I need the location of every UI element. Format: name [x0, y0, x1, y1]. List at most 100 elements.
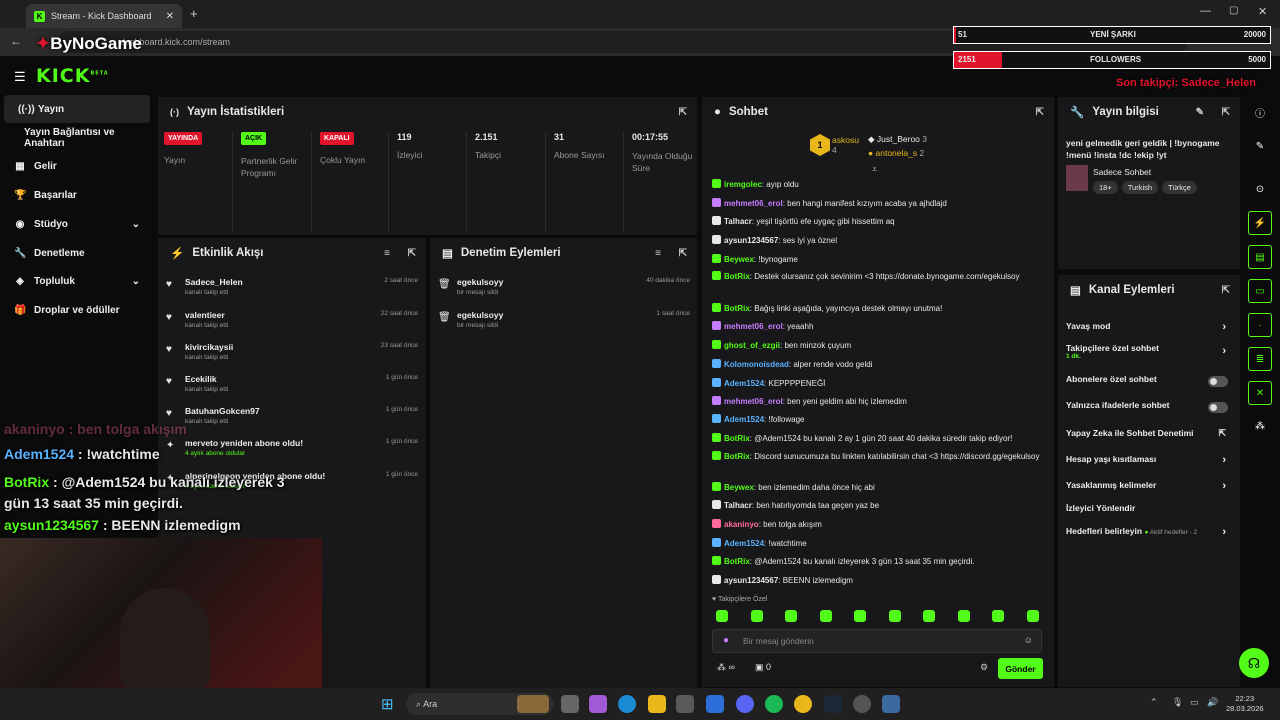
collapse-leaderboard-icon[interactable]: ⩡: [872, 164, 877, 175]
discord-icon[interactable]: [736, 695, 754, 713]
taskbar-app-icon[interactable]: [882, 695, 900, 713]
list-icon[interactable]: ≣: [1248, 347, 1272, 371]
chat-username[interactable]: iremgolec: [724, 180, 762, 189]
chat-username[interactable]: Kolomonoisdead: [724, 360, 789, 369]
emote-icon[interactable]: [785, 610, 797, 622]
chat-username[interactable]: aysun1234567: [724, 236, 778, 245]
chat-username[interactable]: BotRix: [724, 434, 750, 443]
action-ai-moderation[interactable]: Yapay Zeka ile Sohbet Denetimi ⇱: [1066, 428, 1232, 446]
taskbar-app-icon[interactable]: [676, 695, 694, 713]
volume-icon[interactable]: 🔊: [1207, 697, 1218, 708]
action-raid[interactable]: İzleyici Yönlendir: [1066, 503, 1232, 521]
tag[interactable]: 18+: [1093, 181, 1118, 194]
chat-username[interactable]: mehmet06_erol: [724, 397, 783, 406]
chat-username[interactable]: BotRix: [724, 272, 750, 281]
emote-picker-icon[interactable]: ●: [723, 635, 729, 646]
menu-icon[interactable]: ☰: [14, 69, 26, 85]
filter-icon[interactable]: ≡: [384, 248, 390, 259]
mic-icon[interactable]: 🎙: [1172, 697, 1183, 708]
chat-username[interactable]: mehmet06_erol: [724, 322, 783, 331]
chat-username[interactable]: akaninyo: [724, 520, 759, 529]
emote-icon[interactable]: [992, 610, 1004, 622]
broadcast-icon[interactable]: ·: [1248, 313, 1272, 337]
chat-input[interactable]: ● Bir mesaj gönderin ☺: [712, 629, 1042, 653]
emote-icon[interactable]: [819, 610, 832, 622]
sidebar-item-yayin[interactable]: ((·)) Yayın: [4, 95, 150, 123]
edit-icon[interactable]: ✎: [1196, 107, 1204, 118]
chat-username[interactable]: Talhacr: [724, 217, 752, 226]
toggle-switch[interactable]: [1208, 402, 1228, 413]
minimize-icon[interactable]: —: [1200, 5, 1211, 17]
taskbar-app-icon[interactable]: [561, 695, 579, 713]
chat-username[interactable]: BotRix: [724, 452, 750, 461]
action-account-age[interactable]: Hesap yaşı kısıtlaması ›: [1066, 454, 1232, 472]
tag[interactable]: Türkçe: [1162, 181, 1197, 194]
chat-username[interactable]: ghost_of_ezgii: [724, 341, 780, 350]
chat-bubble-icon[interactable]: ▭: [1248, 279, 1272, 303]
toggle-switch[interactable]: [1208, 376, 1228, 387]
emote-icon[interactable]: [1026, 610, 1039, 622]
popout-icon[interactable]: ⇱: [1222, 285, 1230, 296]
sidebar-item-topluluk[interactable]: ◈ Topluluk ⌄: [0, 267, 152, 295]
chrome-icon[interactable]: [794, 695, 812, 713]
chat-username[interactable]: Adem1524: [724, 539, 764, 548]
tray-chevron-icon[interactable]: ⌃: [1150, 697, 1158, 708]
edit-icon[interactable]: ✎: [1248, 134, 1272, 158]
mail-icon[interactable]: [706, 695, 724, 713]
network-icon[interactable]: ▭: [1190, 697, 1199, 708]
windows-start-icon[interactable]: ⊞: [381, 695, 394, 713]
emoji-icon[interactable]: ☺: [1024, 635, 1033, 645]
action-emote-only[interactable]: Yalnızca ifadelerle sohbet: [1066, 400, 1232, 418]
target-icon[interactable]: ⊙: [1248, 177, 1272, 201]
close-tab-icon[interactable]: ✕: [166, 11, 174, 22]
chat-username[interactable]: Beywex: [724, 255, 754, 264]
action-followers-only[interactable]: Takipçilere özel sohbet 1 dk. ›: [1066, 343, 1232, 367]
emote-icon[interactable]: [854, 610, 866, 622]
clock[interactable]: 22:23 28.03.2026: [1226, 694, 1264, 714]
taskbar-app-icon[interactable]: [589, 695, 607, 713]
sidebar-item-droplar[interactable]: 🎁 Droplar ve ödüller: [0, 296, 152, 324]
send-button[interactable]: Gönder: [998, 658, 1043, 679]
lightning-icon[interactable]: ⚡: [1248, 211, 1272, 235]
emote-icon[interactable]: [888, 610, 901, 622]
chat-username[interactable]: aysun1234567: [724, 576, 778, 585]
emote-icon[interactable]: [923, 610, 935, 622]
help-icon[interactable]: ☊: [1239, 648, 1269, 678]
action-subscribers-only[interactable]: Abonelere özel sohbet: [1066, 374, 1232, 392]
window-close-icon[interactable]: ✕: [1258, 5, 1267, 18]
kick-logo[interactable]: KICKBETA: [36, 65, 109, 87]
browser-tab[interactable]: K Stream - Kick Dashboard ✕: [26, 4, 182, 28]
maximize-icon[interactable]: ▢: [1229, 5, 1238, 16]
chat-username[interactable]: BotRix: [724, 304, 750, 313]
sidebar-item-stream-key[interactable]: Yayın Bağlantısı ve Anahtarı: [0, 124, 152, 152]
chat-settings-icon[interactable]: ⚙: [980, 662, 988, 673]
tag[interactable]: Turkish: [1121, 181, 1159, 194]
clipboard-icon[interactable]: ▤: [1248, 245, 1272, 269]
chat-username[interactable]: Talhacr: [724, 501, 752, 510]
action-goals[interactable]: Hedefleri belirleyin ● Aktif hedefler - …: [1066, 526, 1232, 544]
spotify-icon[interactable]: [765, 695, 783, 713]
community-icon[interactable]: ⁂: [1248, 414, 1272, 438]
steam-icon[interactable]: [824, 695, 842, 713]
popout-icon[interactable]: ⇱: [1222, 107, 1230, 118]
popout-icon[interactable]: ⇱: [679, 107, 687, 118]
emote-icon[interactable]: [716, 610, 728, 622]
info-icon[interactable]: ⓘ: [1248, 100, 1272, 124]
file-explorer-icon[interactable]: [648, 695, 666, 713]
filter-icon[interactable]: ≡: [655, 248, 661, 259]
taskbar-app-icon[interactable]: [517, 695, 549, 713]
emote-icon[interactable]: [750, 610, 763, 622]
emote-icon[interactable]: [957, 610, 970, 622]
chat-username[interactable]: BotRix: [724, 557, 750, 566]
chat-username[interactable]: Beywex: [724, 483, 754, 492]
sidebar-item-basarilar[interactable]: 🏆 Başarılar: [0, 181, 152, 209]
chat-username[interactable]: Adem1524: [724, 379, 764, 388]
wrench-icon[interactable]: ✕: [1248, 381, 1272, 405]
popout-icon[interactable]: ⇱: [679, 248, 687, 259]
chat-username[interactable]: mehmet06_erol: [724, 199, 783, 208]
action-banned-words[interactable]: Yasaklanmış kelimeler ›: [1066, 480, 1232, 498]
popout-icon[interactable]: ⇱: [1036, 107, 1044, 118]
edge-icon[interactable]: [618, 695, 636, 713]
channel-points[interactable]: ⁂ ∞: [717, 662, 735, 673]
back-icon[interactable]: ←: [10, 34, 22, 48]
